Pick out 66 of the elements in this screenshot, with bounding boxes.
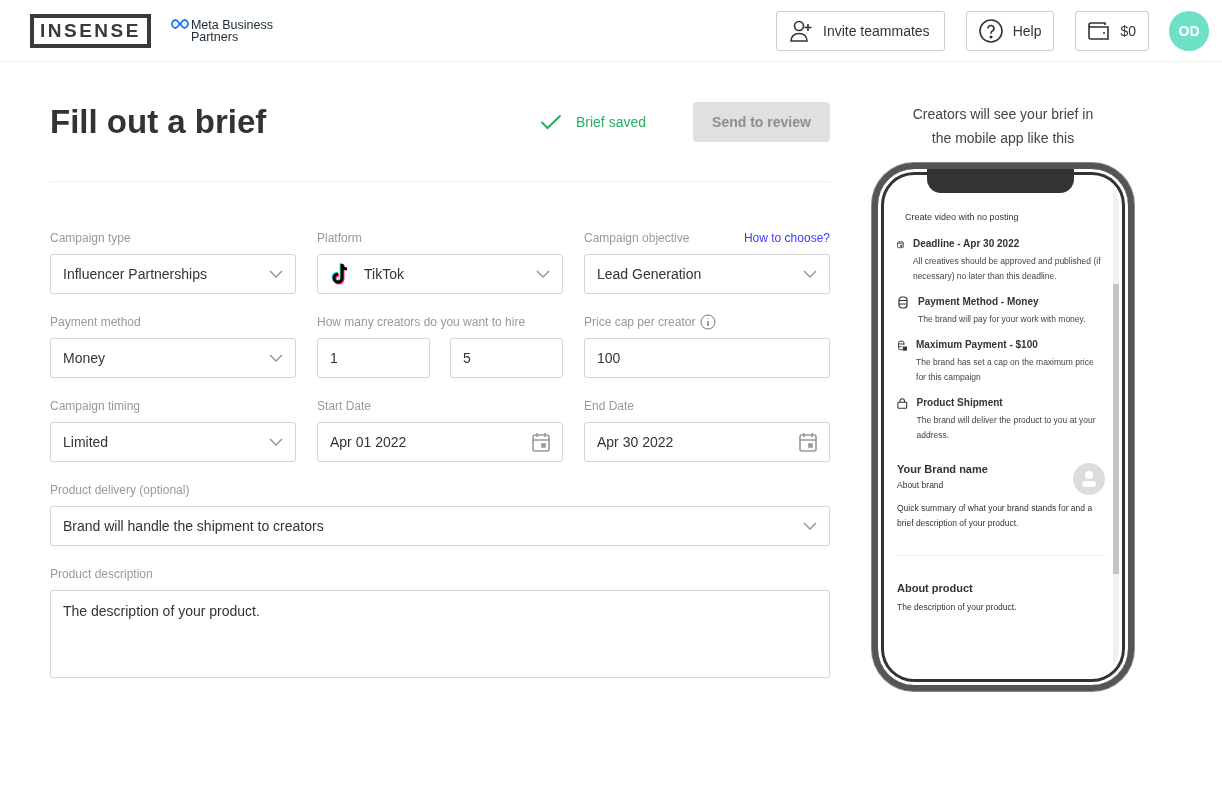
wallet-icon [1088, 20, 1111, 41]
chevron-down-icon [536, 270, 550, 278]
page-title: Fill out a brief [50, 103, 268, 141]
chevron-down-icon [269, 270, 283, 278]
check-icon [539, 114, 562, 130]
add-user-icon [789, 19, 813, 42]
input-field[interactable]: 100 [584, 338, 830, 378]
field-label: Product delivery (optional) [50, 483, 190, 497]
input-field[interactable]: 1 [317, 338, 430, 378]
insense-logo[interactable]: INSENSE [30, 13, 151, 48]
brief-text: Create video with no posting [905, 212, 1020, 222]
dropdown[interactable]: Lead Generation [584, 254, 830, 294]
chevron-down-icon [803, 270, 817, 278]
field-label: Platform [317, 231, 362, 245]
field-label: Start Date [317, 399, 372, 413]
chevron-down-icon [269, 438, 283, 446]
calendar-icon [532, 432, 550, 452]
header-button[interactable]: $0 [1075, 10, 1149, 51]
field-label: End Date [584, 399, 635, 413]
bag-icon [897, 397, 908, 410]
dropdown[interactable]: Influencer Partnerships [50, 254, 296, 294]
input-field[interactable]: 5 [450, 338, 563, 378]
coins-lock-icon [897, 339, 908, 352]
field-label: Campaign timing [50, 399, 141, 413]
dropdown[interactable]: TikTok [317, 254, 563, 294]
brief-item-text: The brand has set a cap on the maximum price for this campaign [916, 356, 1095, 384]
date-field[interactable]: Apr 30 2022 [584, 422, 830, 462]
info-icon[interactable] [700, 314, 717, 330]
product-description: The description of your product. [897, 601, 1018, 614]
preview-caption: Creators will see your brief in the mobile app like this [911, 105, 1095, 148]
dropdown[interactable]: Limited [50, 422, 296, 462]
brand-name: Your Brand name [897, 463, 988, 475]
save-status: Brief saved [575, 114, 646, 130]
chevron-down-icon [269, 354, 283, 362]
brief-item-title: Deadline - Apr 30 2022 [912, 238, 1021, 249]
brief-item-title: Product Shipment [916, 397, 1004, 408]
header-button[interactable]: Help [965, 10, 1055, 51]
infinity-icon [170, 18, 189, 29]
field-label: Price cap per creator [584, 315, 696, 329]
chevron-down-icon [803, 522, 817, 530]
brief-item-title: Maximum Payment - $100 [916, 339, 1039, 350]
field-label: Payment method [50, 315, 141, 329]
date-field[interactable]: Apr 01 2022 [317, 422, 563, 462]
field-label: Campaign type [50, 231, 131, 245]
help-icon [978, 18, 1003, 43]
coins-icon [897, 296, 909, 309]
brand-description: Quick summary of what your brand stands for and a brief description of your product. [897, 502, 1094, 530]
field-label: Campaign objective [584, 231, 690, 245]
dropdown[interactable]: Brand will handle the shipment to creators [50, 506, 830, 546]
avatar-icon [1073, 463, 1105, 495]
dropdown[interactable]: Money [50, 338, 296, 378]
help-link[interactable]: How to choose? [743, 231, 830, 245]
brief-item-text: All creatives should be approved and published (if necessary) no later than this deadline. [912, 255, 1102, 283]
field-label: How many creators do you want to hire [317, 315, 526, 329]
header-button[interactable]: Invite teammates [776, 10, 945, 51]
partner-badge-text: Meta Business Partners [190, 18, 274, 43]
calendar-icon [799, 432, 817, 452]
field-label: Product description [50, 567, 153, 581]
brief-item-text: The brand will deliver the product to you at your address. [916, 414, 1097, 442]
calendar-icon [897, 238, 904, 251]
scrollbar[interactable] [1113, 284, 1119, 574]
brand-subtitle: About brand [897, 480, 945, 490]
brief-item-title: Payment Method - Money [918, 296, 1040, 307]
brief-item-text: The brand will pay for your work with money. [918, 313, 1086, 326]
product-title: About product [897, 582, 974, 594]
text-area[interactable]: The description of your product. [50, 590, 830, 678]
